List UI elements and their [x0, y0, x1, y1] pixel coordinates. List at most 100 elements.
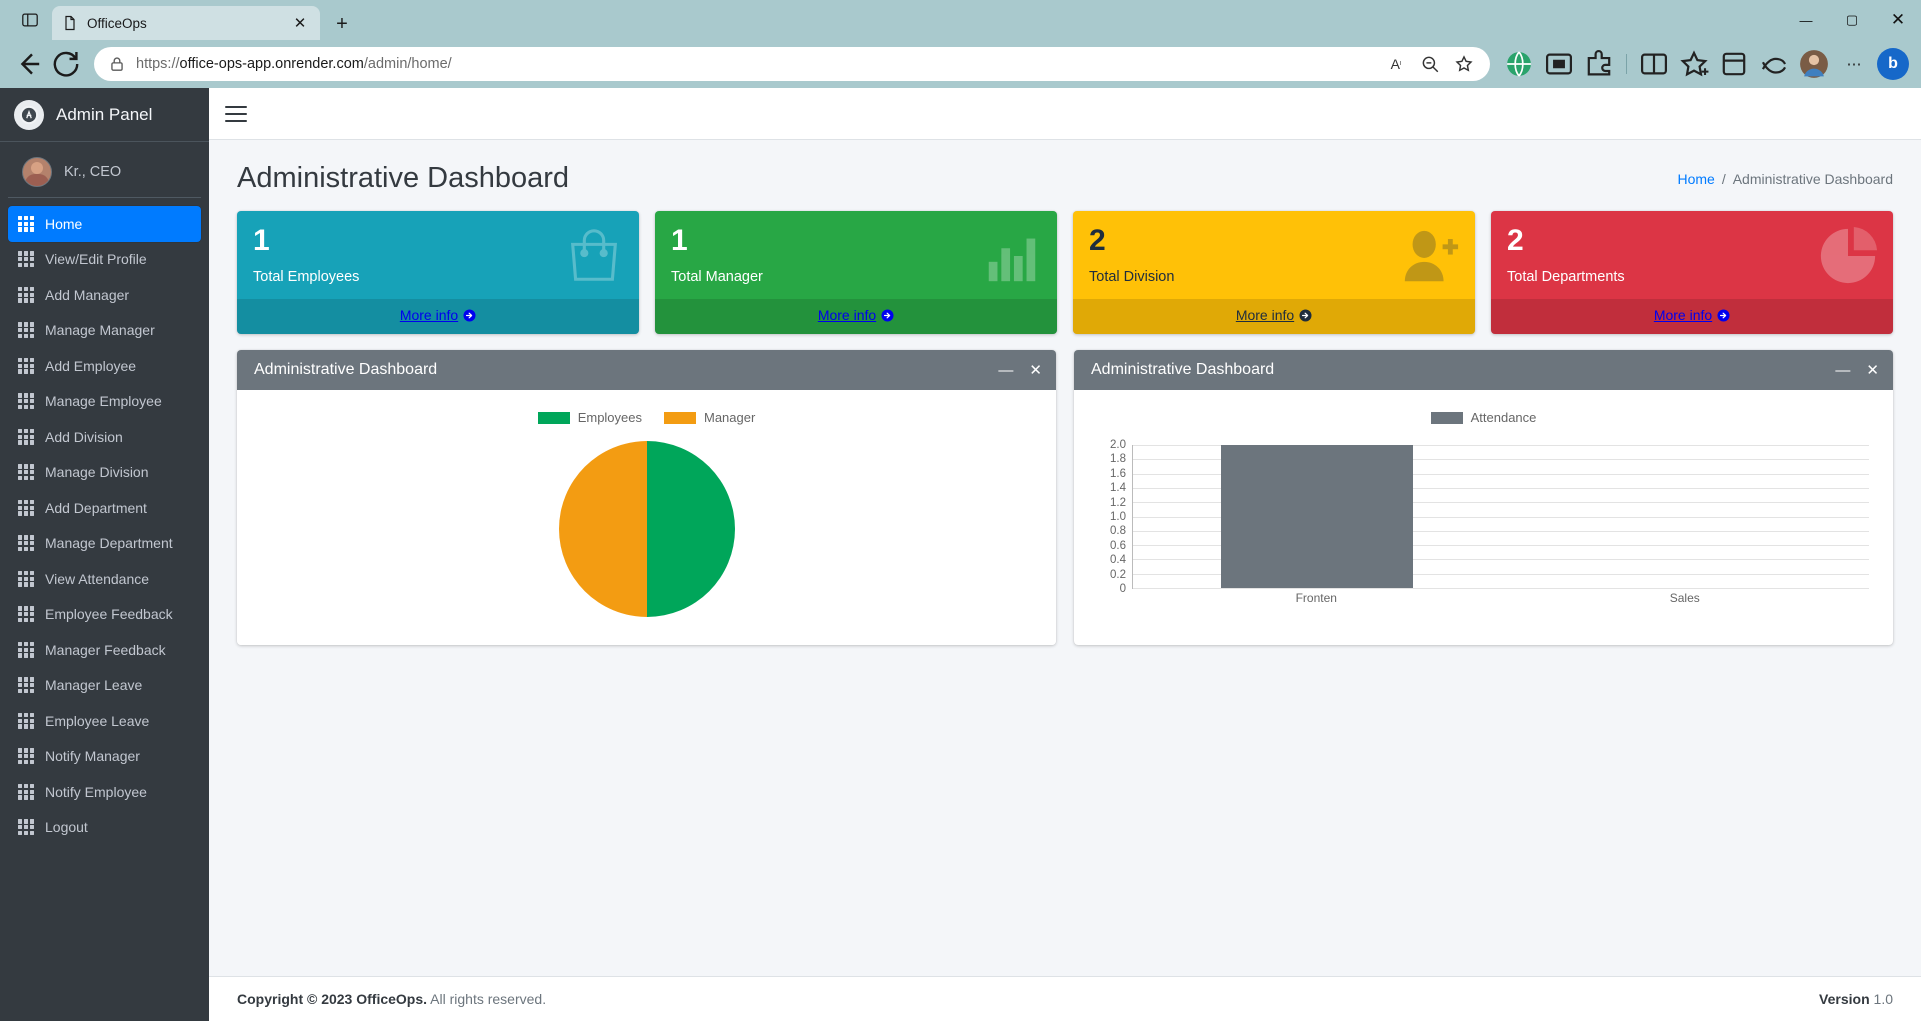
close-panel-icon[interactable]: ✕	[1866, 363, 1879, 378]
footer-copyright-rest: All rights reserved.	[427, 991, 547, 1007]
reload-icon[interactable]	[50, 48, 82, 80]
vertical-tabs-icon[interactable]	[1637, 48, 1671, 80]
sidebar-item-manage-department[interactable]: Manage Department	[8, 526, 201, 562]
bar-chart-panel: Administrative Dashboard — ✕ Attendance …	[1074, 350, 1893, 645]
sidebar-item-notify-manager[interactable]: Notify Manager	[8, 739, 201, 775]
more-info-link[interactable]: More info	[1073, 299, 1475, 334]
bar-chart-icon	[981, 225, 1043, 290]
url-text: https://office-ops-app.onrender.com/admi…	[136, 56, 1376, 72]
close-tab-icon[interactable]: ✕	[290, 13, 310, 33]
bar-chart-plot	[1132, 445, 1869, 589]
footer-version: Version 1.0	[1819, 991, 1893, 1007]
sidebar-user-name: Kr., CEO	[64, 163, 122, 180]
hamburger-icon[interactable]	[225, 105, 247, 122]
y-tick-label: 0.4	[1110, 554, 1126, 567]
minimize-panel-icon[interactable]: —	[1835, 363, 1850, 378]
panel-body: Attendance 2.0 1.8 1.6 1.4 1.2 1.0 0.8 0.6 0.4 0.…	[1074, 390, 1893, 629]
sidebar-item-logout[interactable]: Logout	[8, 810, 201, 846]
brand-link[interactable]: Admin Panel	[0, 88, 209, 142]
sidebar-item-view-edit-profile[interactable]: View/Edit Profile	[8, 242, 201, 278]
favorite-star-icon[interactable]	[1454, 54, 1474, 74]
y-tick-label: 2.0	[1110, 439, 1126, 451]
collections-icon[interactable]	[1717, 48, 1751, 80]
legend-item: Employees	[537, 410, 642, 425]
pie-chart-icon	[1817, 225, 1879, 290]
split-screen-icon[interactable]	[1542, 48, 1576, 80]
close-panel-icon[interactable]: ✕	[1029, 363, 1042, 378]
read-aloud-icon[interactable]: Aᴵ	[1386, 54, 1406, 74]
zoom-out-icon[interactable]	[1420, 54, 1440, 74]
sidebar-user[interactable]: Kr., CEO	[8, 146, 201, 198]
more-info-link[interactable]: More info	[237, 299, 639, 334]
browser-tab[interactable]: OfficeOps ✕	[52, 6, 320, 40]
sidebar-item-manage-division[interactable]: Manage Division	[8, 455, 201, 491]
browser-globe-icon[interactable]	[1502, 48, 1536, 80]
stat-cards: 1 Total Employees More info 1 Total Manager M…	[209, 205, 1921, 334]
pie-chart-panel: Administrative Dashboard — ✕ Employees Ma…	[237, 350, 1056, 645]
maximize-window-button[interactable]: ▢	[1829, 0, 1875, 40]
main-content: Administrative Dashboard Home / Administ…	[209, 88, 1921, 1021]
more-info-label: More info	[817, 307, 877, 323]
user-plus-icon	[1399, 225, 1461, 290]
grid-icon	[18, 677, 34, 694]
bar-chart-xaxis: Fronten Sales	[1132, 591, 1869, 611]
page-viewport: Admin Panel Kr., CEO Home View/Edit Profi…	[0, 88, 1921, 1021]
breadcrumb-current: Administrative Dashboard	[1732, 170, 1893, 187]
sidebar-item-manager-leave[interactable]: Manager Leave	[8, 668, 201, 704]
grid-icon	[18, 357, 34, 374]
sidebar-item-manage-manager[interactable]: Manage Manager	[8, 313, 201, 349]
close-window-button[interactable]: ✕	[1875, 0, 1921, 40]
sidebar-item-employee-feedback[interactable]: Employee Feedback	[8, 597, 201, 633]
back-icon[interactable]	[12, 48, 44, 80]
sidebar-item-add-department[interactable]: Add Department	[8, 490, 201, 526]
sidebar-item-label: Add Employee	[45, 357, 137, 374]
sidebar-item-manage-employee[interactable]: Manage Employee	[8, 384, 201, 420]
avatar	[22, 156, 52, 187]
favorites-icon[interactable]	[1677, 48, 1711, 80]
sidebar-item-home[interactable]: Home	[8, 206, 201, 242]
grid-icon	[18, 819, 34, 836]
browser-essentials-menu-icon[interactable]	[1757, 48, 1791, 80]
browser-essentials-icon[interactable]	[8, 0, 52, 40]
address-bar-icons: Aᴵ	[1386, 54, 1480, 74]
sidebar-item-label: Logout	[45, 819, 88, 836]
sidebar-item-add-employee[interactable]: Add Employee	[8, 348, 201, 384]
legend-swatch	[537, 411, 570, 424]
sidebar-item-label: Employee Leave	[45, 712, 150, 729]
y-tick-label: 0	[1119, 583, 1126, 595]
tab-title: OfficeOps	[87, 15, 147, 31]
sidebar-item-label: Home	[45, 215, 83, 232]
page-header: Administrative Dashboard Home / Administ…	[209, 140, 1921, 205]
sidebar-item-manager-feedback[interactable]: Manager Feedback	[8, 632, 201, 668]
sidebar-item-notify-employee[interactable]: Notify Employee	[8, 774, 201, 810]
sidebar: Admin Panel Kr., CEO Home View/Edit Profi…	[0, 88, 209, 1021]
new-tab-button[interactable]: +	[326, 8, 358, 40]
panel-header: Administrative Dashboard — ✕	[1074, 350, 1893, 390]
more-info-link[interactable]: More info	[655, 299, 1057, 334]
browser-profile-icon[interactable]	[1797, 48, 1831, 80]
sidebar-item-add-manager[interactable]: Add Manager	[8, 277, 201, 313]
footer-copyright: Copyright © 2023 OfficeOps. All rights r…	[237, 991, 546, 1007]
minimize-panel-icon[interactable]: —	[998, 363, 1013, 378]
sidebar-item-add-division[interactable]: Add Division	[8, 419, 201, 455]
grid-icon	[18, 570, 34, 587]
sidebar-item-employee-leave[interactable]: Employee Leave	[8, 703, 201, 739]
stat-card-body: 2 Total Departments	[1491, 211, 1893, 299]
address-bar[interactable]: https://office-ops-app.onrender.com/admi…	[94, 47, 1490, 81]
legend-label: Manager	[704, 410, 756, 425]
more-info-label: More info	[399, 307, 459, 323]
breadcrumb-home-link[interactable]: Home	[1677, 171, 1714, 187]
panel-title: Administrative Dashboard	[1091, 361, 1275, 378]
copilot-button[interactable]: b	[1877, 48, 1909, 80]
settings-more-icon[interactable]: ⋯	[1837, 48, 1871, 80]
minimize-window-button[interactable]: —	[1783, 0, 1829, 40]
sidebar-item-view-attendance[interactable]: View Attendance	[8, 561, 201, 597]
y-tick-label: 0.8	[1110, 525, 1126, 538]
grid-icon	[18, 286, 34, 303]
footer-copyright-strong: Copyright © 2023 OfficeOps.	[237, 991, 428, 1007]
legend-swatch	[664, 411, 696, 424]
extensions-icon[interactable]	[1582, 48, 1616, 80]
stat-card-total-employees: 1 Total Employees More info	[237, 211, 639, 334]
more-info-link[interactable]: More info	[1491, 299, 1893, 334]
grid-icon	[18, 428, 34, 445]
